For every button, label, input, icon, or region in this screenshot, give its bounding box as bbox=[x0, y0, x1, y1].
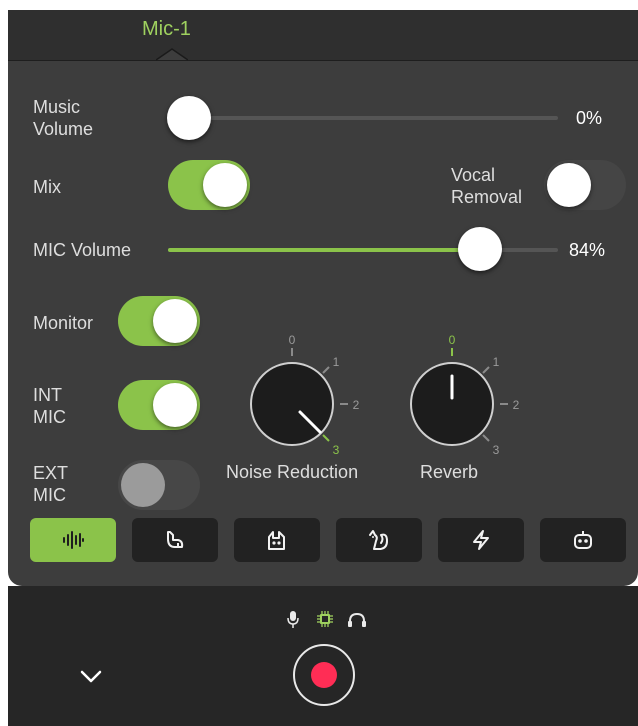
music-volume-label: Music Volume bbox=[33, 96, 93, 140]
record-dot-icon bbox=[311, 662, 337, 688]
music-volume-value: 0% bbox=[576, 108, 603, 128]
mix-toggle[interactable] bbox=[168, 160, 250, 210]
cat-face-icon bbox=[268, 531, 285, 550]
vocal-removal-label-line2: Removal bbox=[451, 187, 523, 207]
effect-robot-button[interactable] bbox=[540, 518, 626, 562]
effect-waveform-button[interactable] bbox=[30, 518, 116, 562]
effect-lightning-button[interactable] bbox=[438, 518, 524, 562]
monitor-toggle-knob bbox=[153, 299, 197, 343]
chevron-down-icon[interactable] bbox=[80, 670, 102, 684]
reverb-tick-label-3: 3 bbox=[493, 443, 500, 457]
noise-reduction-tick-1 bbox=[322, 366, 330, 374]
cat-icon bbox=[167, 531, 184, 548]
music-volume-label-line2: Volume bbox=[33, 119, 94, 139]
effect-cat-face-button[interactable] bbox=[234, 518, 320, 562]
noise-reduction-tick-label-3: 3 bbox=[333, 443, 340, 457]
ext-mic-toggle-knob bbox=[121, 463, 165, 507]
music-volume-label-line1: Music bbox=[33, 97, 81, 117]
mic-volume-label: MIC Volume bbox=[33, 240, 132, 260]
effect-cat-button[interactable] bbox=[132, 518, 218, 562]
reverb-tick-3 bbox=[482, 434, 490, 442]
voice-effects-bar bbox=[28, 518, 628, 564]
reverb-tick-label-0: 0 bbox=[449, 333, 456, 347]
reverb-tick-label-1: 1 bbox=[493, 355, 500, 369]
music-volume-slider[interactable] bbox=[168, 116, 558, 120]
vocal-removal-toggle[interactable] bbox=[544, 160, 626, 210]
audio-settings-panel: Mic-1 Music Volume 0% Mix Vocal Removal … bbox=[8, 10, 638, 586]
mix-toggle-knob bbox=[203, 163, 247, 207]
mic-volume-fill bbox=[168, 248, 480, 252]
lightning-icon bbox=[473, 530, 489, 550]
noise-reduction-tick-3 bbox=[322, 434, 330, 442]
monitor-label: Monitor bbox=[33, 313, 94, 333]
ext-mic-label: EXT MIC bbox=[33, 462, 68, 506]
waveform-icon bbox=[63, 531, 84, 549]
int-mic-toggle[interactable] bbox=[118, 380, 200, 430]
input-status-icons bbox=[287, 611, 366, 628]
ext-mic-label-line2: MIC bbox=[33, 485, 66, 505]
reverb-tick-label-2: 2 bbox=[513, 398, 520, 412]
reverb-dial[interactable]: 0 1 2 3 bbox=[394, 330, 524, 460]
monitor-toggle[interactable] bbox=[118, 296, 200, 346]
reverb-tick-1 bbox=[482, 366, 490, 374]
tab-indicator-caret bbox=[156, 48, 188, 61]
int-mic-toggle-knob bbox=[153, 383, 197, 427]
mic-volume-thumb[interactable] bbox=[458, 227, 502, 271]
effect-squirrel-button[interactable] bbox=[336, 518, 422, 562]
ext-mic-toggle[interactable] bbox=[118, 460, 200, 510]
robot-icon bbox=[574, 531, 592, 549]
noise-reduction-tick-label-1: 1 bbox=[333, 355, 340, 369]
noise-reduction-label: Noise Reduction bbox=[226, 462, 359, 482]
ext-mic-label-line1: EXT bbox=[33, 463, 69, 483]
mic-volume-value: 84% bbox=[569, 240, 606, 260]
noise-reduction-dial[interactable]: 0 1 2 3 bbox=[234, 330, 364, 460]
noise-reduction-tick-label-0: 0 bbox=[289, 333, 296, 347]
noise-reduction-tick-label-2: 2 bbox=[353, 398, 360, 412]
int-mic-label-line2: MIC bbox=[33, 407, 66, 427]
recorder-bottom-bar bbox=[8, 586, 638, 726]
chip-icon bbox=[317, 611, 333, 627]
vocal-removal-label: Vocal Removal bbox=[451, 164, 522, 208]
int-mic-label: INT MIC bbox=[33, 384, 66, 428]
mix-label: Mix bbox=[33, 177, 61, 197]
microphone-icon bbox=[287, 611, 299, 628]
squirrel-icon bbox=[369, 530, 388, 550]
headphones-icon bbox=[348, 612, 366, 627]
record-button[interactable] bbox=[293, 644, 355, 706]
reverb-label: Reverb bbox=[420, 462, 479, 482]
vocal-removal-toggle-knob bbox=[547, 163, 591, 207]
music-volume-thumb[interactable] bbox=[167, 96, 211, 140]
int-mic-label-line1: INT bbox=[33, 385, 62, 405]
vocal-removal-label-line1: Vocal bbox=[451, 165, 496, 185]
tab-mic-1[interactable]: Mic-1 bbox=[142, 18, 191, 41]
mic-tab-bar: Mic-1 bbox=[8, 10, 638, 61]
